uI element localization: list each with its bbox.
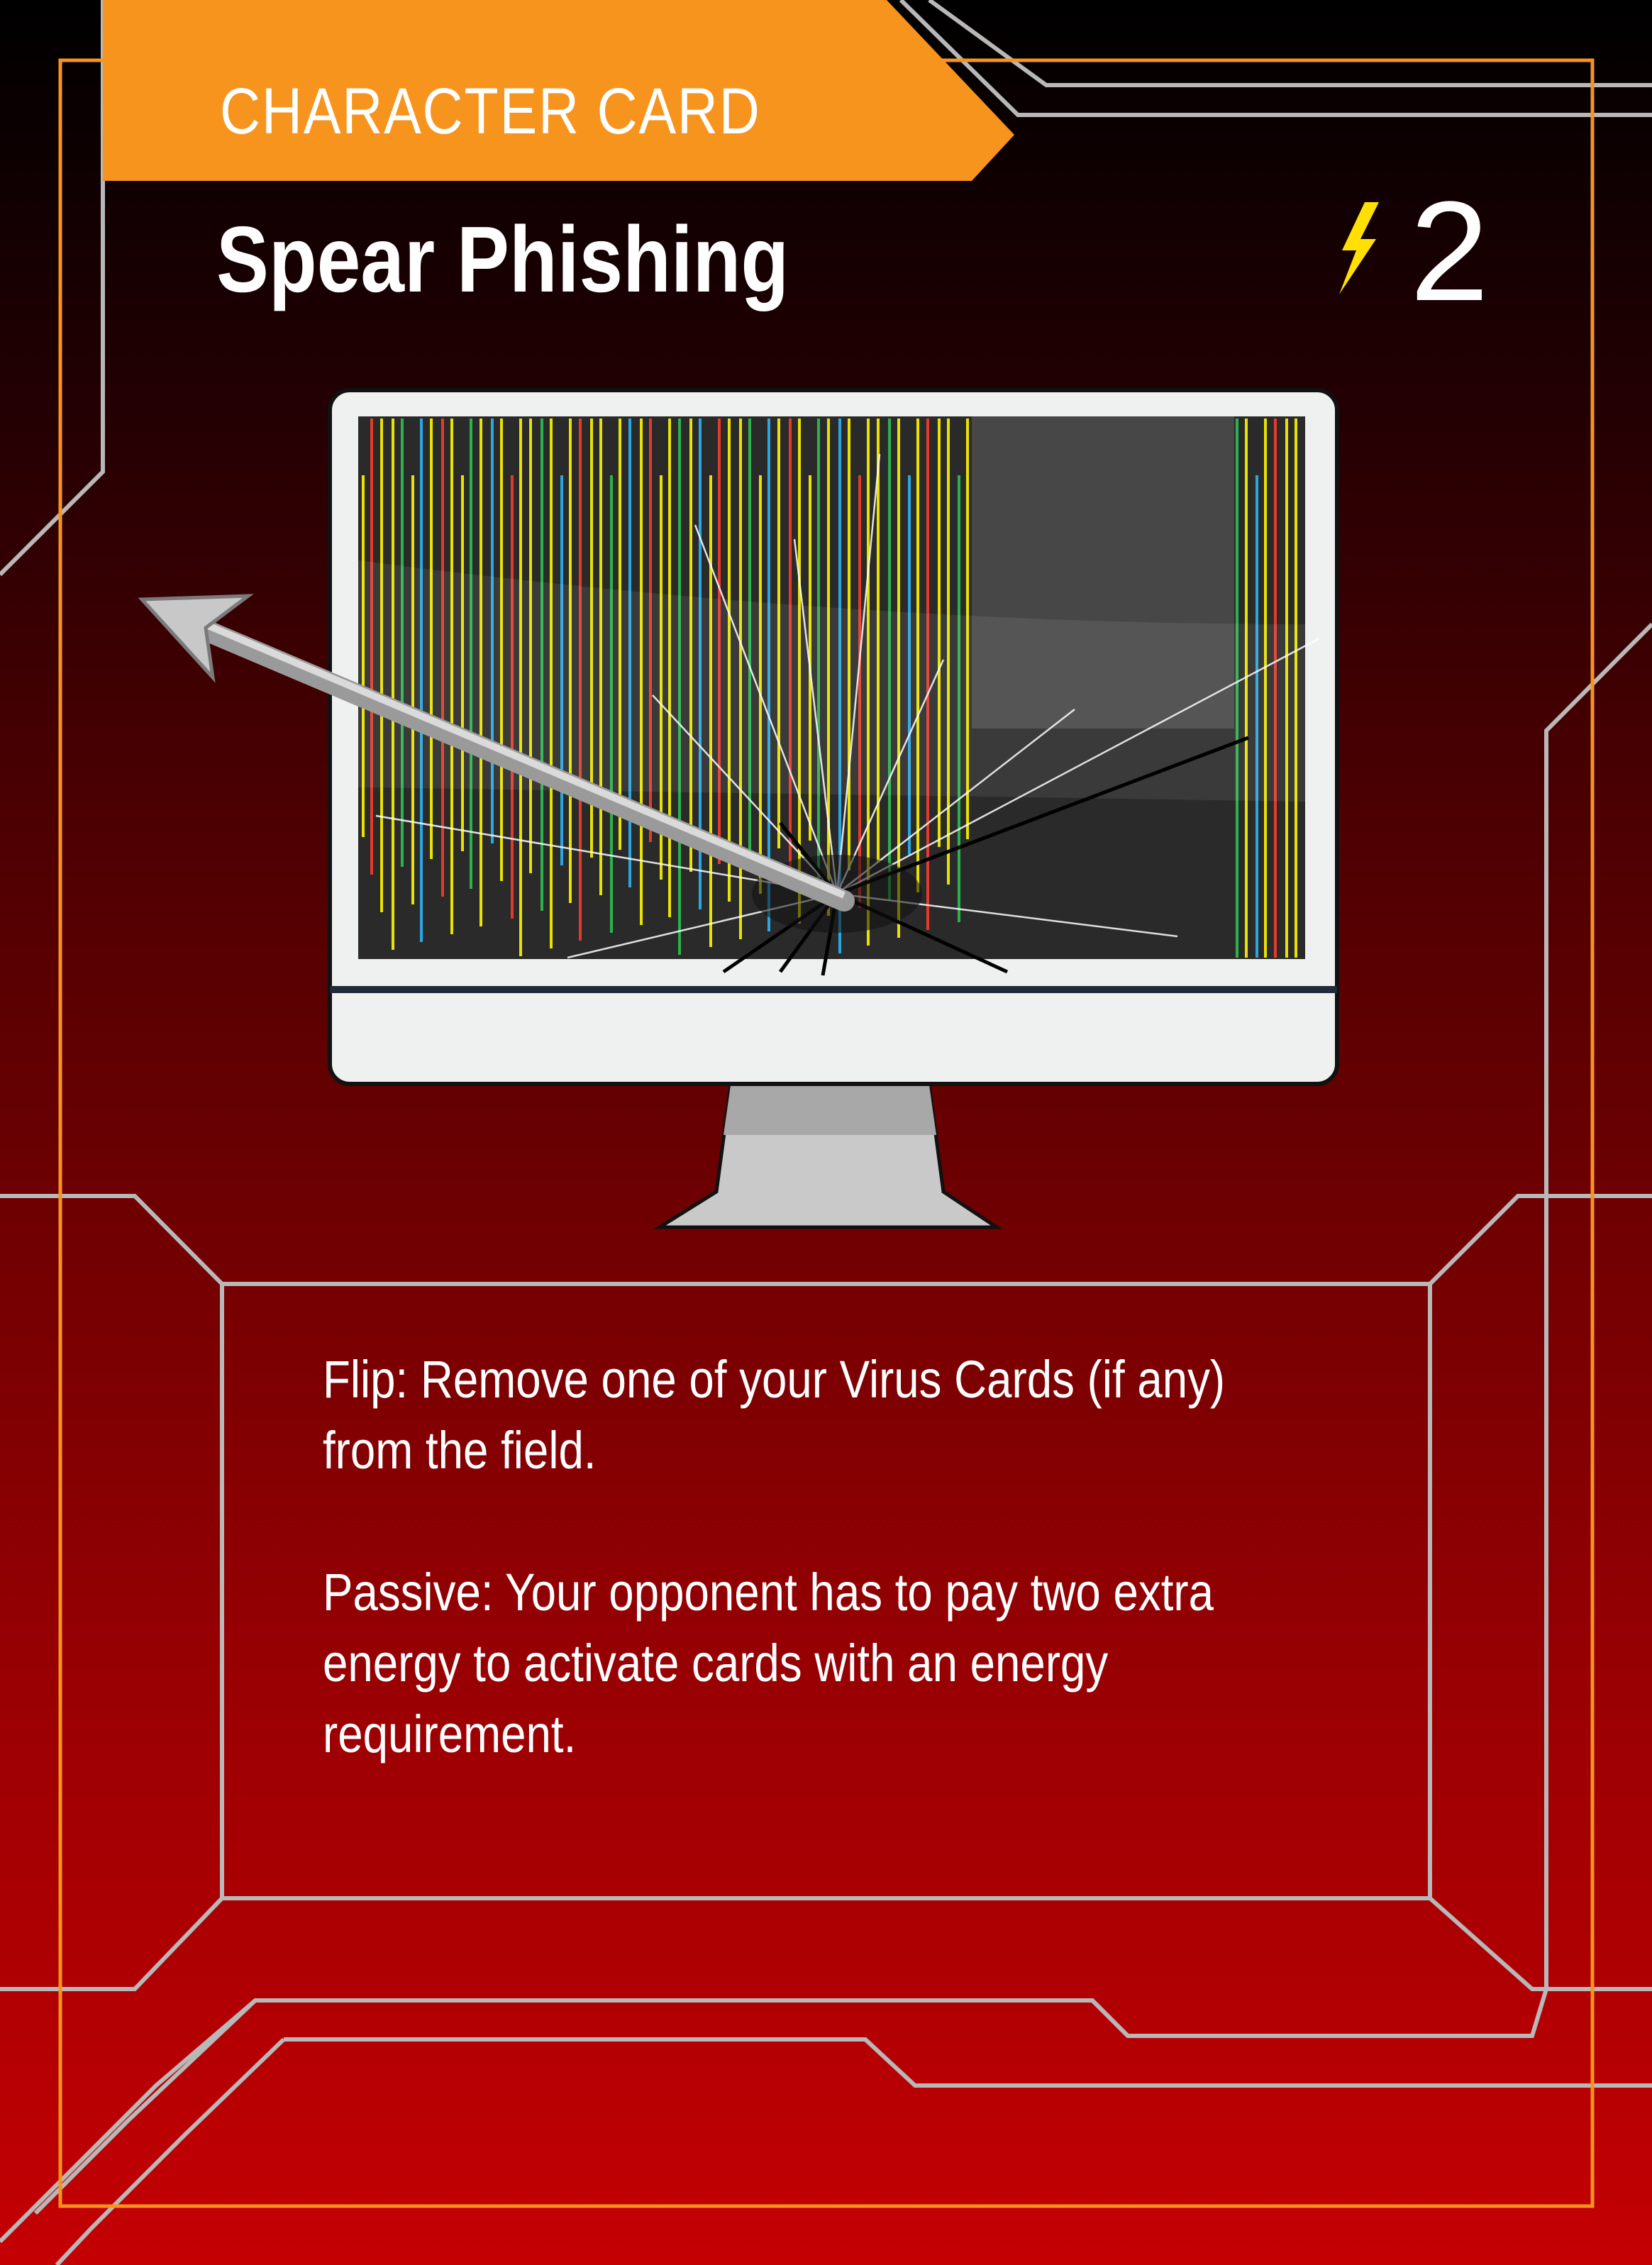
monitor-illustration	[138, 388, 1339, 1229]
ability-flip: Flip: Remove one of your Virus Cards (if…	[323, 1350, 1226, 1480]
card-artwork	[0, 0, 1652, 2265]
ability-text-box: Flip: Remove one of your Virus Cards (if…	[323, 1344, 1299, 1841]
lightning-bolt-icon	[1339, 202, 1379, 294]
card-type-label: CHARACTER CARD	[220, 75, 761, 148]
card-title: Spear Phishing	[216, 207, 789, 311]
energy-cost: 2	[1409, 172, 1489, 331]
ability-passive: Passive: Your opponent has to pay two ex…	[323, 1563, 1214, 1763]
